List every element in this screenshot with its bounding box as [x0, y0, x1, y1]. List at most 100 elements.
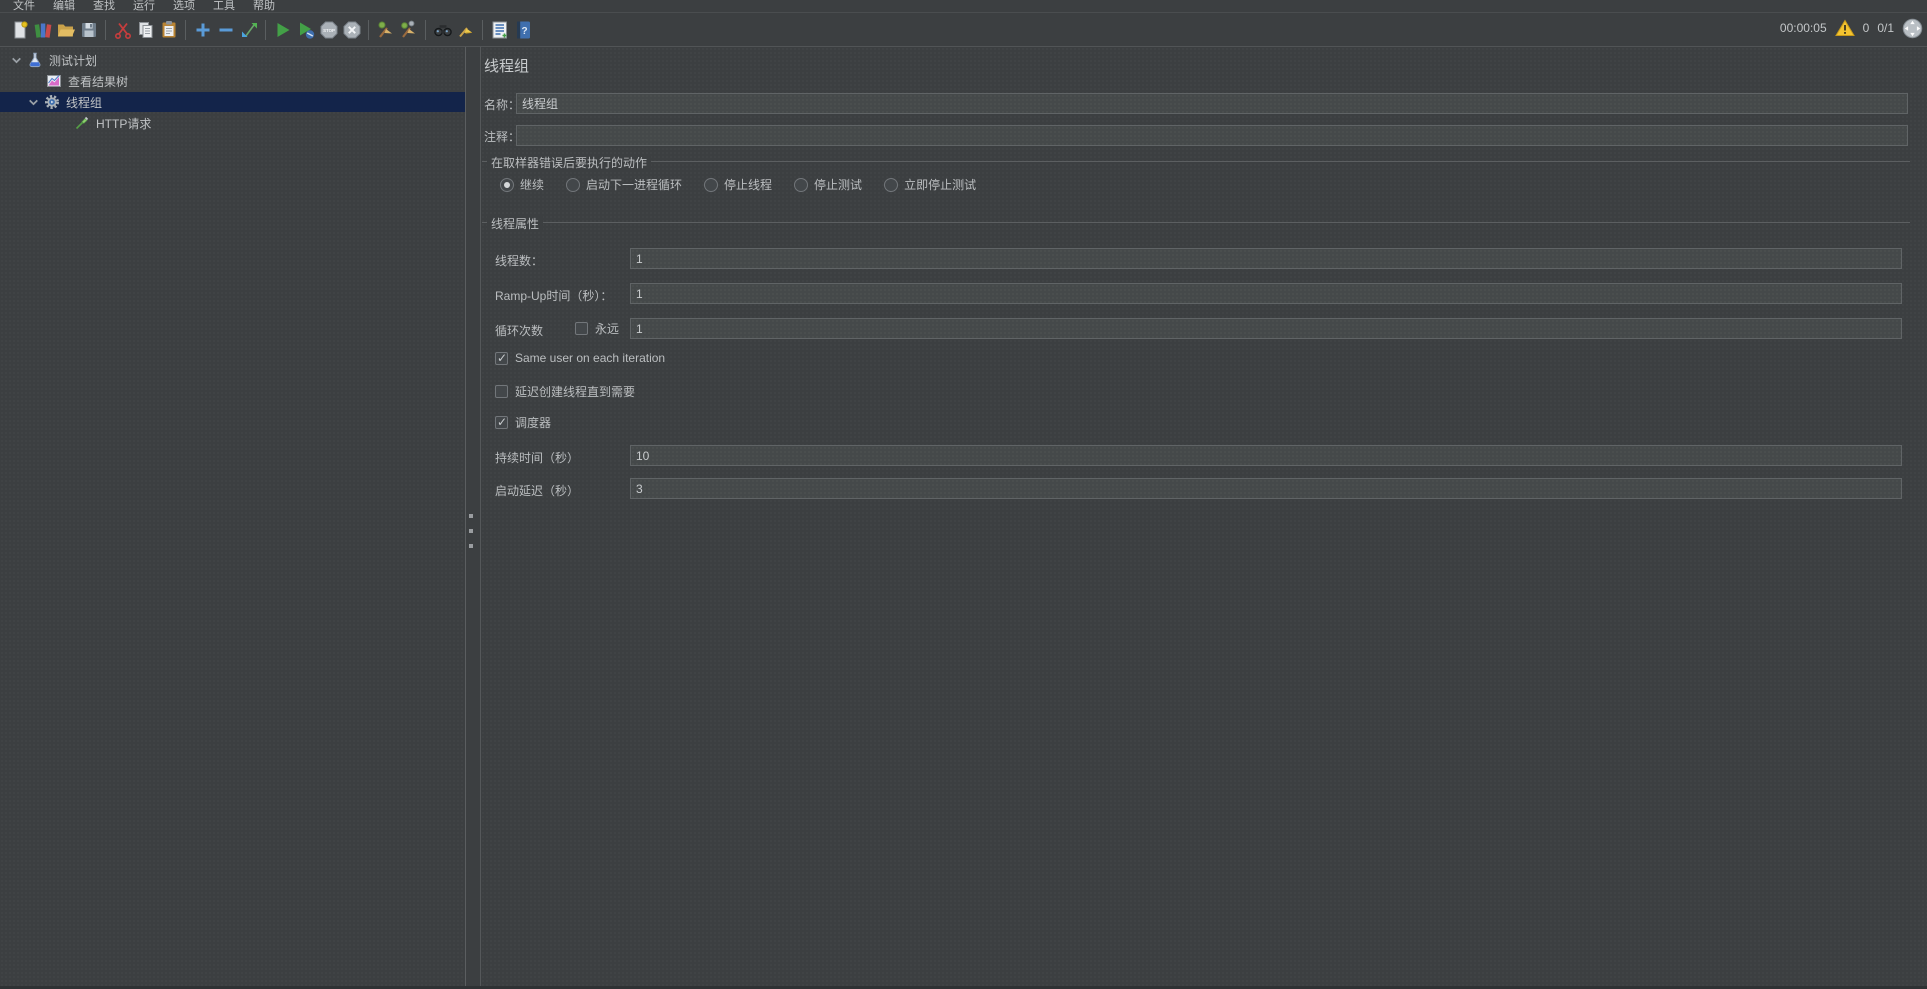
menu-run[interactable]: 运行 [124, 0, 164, 12]
clear-all-icon[interactable] [397, 19, 420, 41]
toolbar-separator [265, 19, 266, 40]
radio-label: 启动下一进程循环 [586, 178, 683, 192]
delayed-start-label: 延迟创建线程直到需要 [515, 385, 636, 399]
radio-dot [566, 177, 581, 192]
menu-file[interactable]: 文件 [4, 0, 44, 12]
tree-item-http-request[interactable]: HTTP请求 [0, 113, 465, 133]
thread-properties-legend: 线程属性 [487, 215, 544, 232]
loop-count-input[interactable] [630, 318, 1902, 339]
num-threads-input[interactable] [630, 248, 1902, 269]
tree-item-results-tree[interactable]: 查看结果树 [0, 71, 465, 91]
active-threads: 0/1 [1877, 21, 1894, 35]
comments-label: 注释： [484, 130, 521, 144]
radio-continue[interactable]: 继续 [500, 176, 544, 193]
start-no-timers-icon[interactable] [294, 19, 317, 41]
checkbox-box [575, 322, 588, 335]
http-request-icon [74, 115, 90, 131]
checkbox-box [495, 415, 508, 429]
test-plan-tree: 测试计划 查看结果树 线程组 HTTP请求 [0, 47, 465, 986]
radio-start-next-loop[interactable]: 启动下一进程循环 [566, 176, 682, 193]
svg-text:STOP: STOP [323, 28, 335, 33]
status-area: 00:00:05 0 0/1 [1780, 13, 1923, 43]
menu-options[interactable]: 选项 [164, 0, 204, 12]
ramp-up-label: Ramp-Up时间（秒）： [495, 289, 613, 303]
duration-input[interactable] [630, 445, 1902, 466]
results-tree-icon [46, 73, 62, 89]
menu-bar: 文件 编辑 查找 运行 选项 工具 帮助 [0, 0, 1927, 13]
tree-item-thread-group[interactable]: 线程组 [0, 92, 465, 112]
move-element-icon[interactable] [237, 19, 260, 41]
stop-icon[interactable]: STOP [317, 19, 340, 41]
new-file-icon[interactable] [8, 19, 31, 41]
remove-element-icon[interactable] [214, 19, 237, 41]
search-reset-icon[interactable] [454, 19, 477, 41]
warning-count: 0 [1862, 21, 1870, 35]
radio-dot [884, 177, 899, 192]
error-action-group: 在取样器错误后要执行的动作 继续 启动下一进程循环 停止线程 停止测试 立即停止… [482, 154, 1910, 209]
page-title: 线程组 [484, 58, 530, 75]
add-element-icon[interactable] [191, 19, 214, 41]
ramp-up-input[interactable] [630, 283, 1902, 304]
name-label: 名称： [484, 98, 521, 112]
cut-icon[interactable] [111, 19, 134, 41]
tree-item-label: 测试计划 [49, 53, 98, 68]
radio-dot [500, 177, 514, 192]
same-user-label: Same user on each iteration [515, 351, 666, 365]
radio-stop-thread[interactable]: 停止线程 [704, 176, 772, 193]
radio-label: 继续 [520, 178, 545, 192]
save-icon[interactable] [77, 19, 100, 41]
radio-label: 停止线程 [724, 178, 773, 192]
checkbox-box [495, 351, 508, 365]
start-icon[interactable] [271, 19, 294, 41]
num-threads-label: 线程数： [495, 254, 544, 268]
toolbar: STOP ? [0, 13, 1927, 47]
help-icon[interactable]: ? [511, 19, 534, 41]
toolbar-separator [185, 19, 186, 40]
checkbox-box [495, 385, 508, 398]
thread-group-icon [44, 94, 60, 110]
shutdown-icon[interactable] [340, 19, 363, 41]
clear-icon[interactable] [374, 19, 397, 41]
function-helper-icon[interactable] [488, 19, 511, 41]
thread-properties-group: 线程属性 线程数： Ramp-Up时间（秒）： 循环次数 永远 Same use… [482, 215, 1910, 517]
radio-label: 立即停止测试 [904, 178, 977, 192]
search-icon[interactable] [431, 19, 454, 41]
loop-count-label: 循环次数 [495, 324, 544, 338]
radio-stop-test-now[interactable]: 立即停止测试 [884, 176, 976, 193]
open-file-icon[interactable] [54, 19, 77, 41]
copy-icon[interactable] [134, 19, 157, 41]
warning-icon[interactable] [1834, 19, 1855, 37]
svg-text:?: ? [521, 26, 527, 37]
chevron-down-icon[interactable] [27, 96, 40, 109]
splitter-grip[interactable] [467, 514, 475, 548]
chevron-down-icon[interactable] [10, 54, 23, 67]
delayed-start-checkbox[interactable]: 延迟创建线程直到需要 [495, 383, 635, 400]
infinite-checkbox[interactable]: 永远 [575, 320, 619, 337]
infinite-label: 永远 [595, 322, 620, 336]
tree-item-test-plan[interactable]: 测试计划 [0, 50, 465, 70]
toolbar-separator [368, 19, 369, 40]
name-input[interactable] [516, 93, 1908, 114]
toolbar-separator [105, 19, 106, 40]
scheduler-checkbox[interactable]: 调度器 [495, 414, 551, 431]
menu-edit[interactable]: 编辑 [44, 0, 84, 12]
elapsed-time: 00:00:05 [1779, 21, 1827, 35]
threads-indicator-icon [1902, 18, 1923, 39]
comments-input[interactable] [516, 125, 1908, 146]
splitter-line [465, 47, 466, 986]
radio-stop-test[interactable]: 停止测试 [794, 176, 862, 193]
menu-tools[interactable]: 工具 [204, 0, 244, 12]
startup-delay-label: 启动延迟（秒） [495, 484, 580, 498]
thread-group-panel: 线程组 名称： 注释： 在取样器错误后要执行的动作 继续 启动下一进程循环 停止… [481, 47, 1927, 986]
paste-icon[interactable] [157, 19, 180, 41]
menu-help[interactable]: 帮助 [244, 0, 284, 12]
radio-dot [704, 177, 719, 192]
menu-search[interactable]: 查找 [84, 0, 124, 12]
tree-item-label: 查看结果树 [68, 74, 129, 89]
radio-dot [794, 177, 809, 192]
templates-icon[interactable] [31, 19, 54, 41]
same-user-checkbox[interactable]: Same user on each iteration [495, 351, 665, 365]
startup-delay-input[interactable] [630, 478, 1902, 499]
test-plan-icon [27, 52, 43, 68]
toolbar-separator [425, 19, 426, 40]
